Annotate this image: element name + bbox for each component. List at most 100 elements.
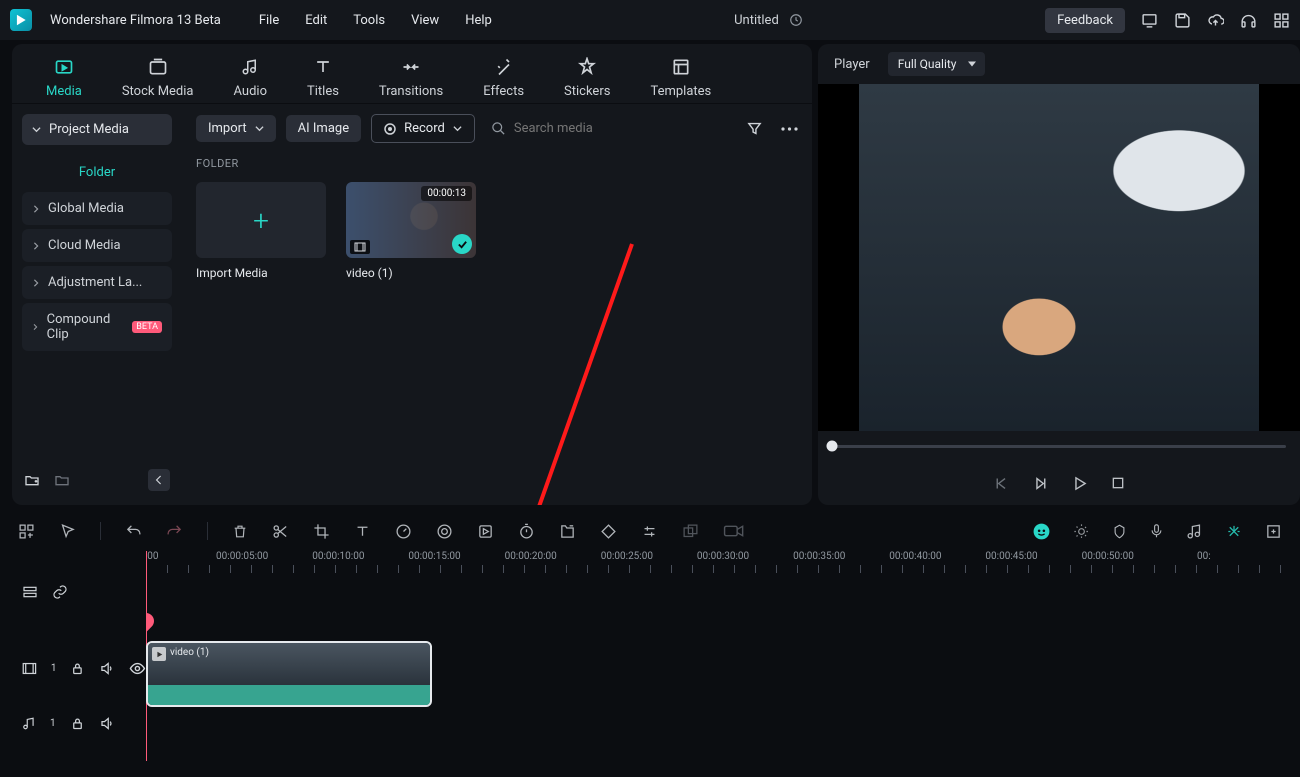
menu-view[interactable]: View — [411, 13, 439, 28]
cloud-sync-icon[interactable] — [789, 13, 803, 27]
tab-stock-media[interactable]: Stock Media — [122, 56, 194, 99]
tab-media[interactable]: Media — [46, 56, 82, 99]
adjust-icon[interactable] — [641, 523, 658, 540]
sidebar-cloud-media[interactable]: Cloud Media — [22, 229, 172, 262]
player-panel: Player Full Quality — [818, 44, 1300, 505]
player-progress[interactable] — [818, 431, 1300, 461]
new-folder-icon[interactable] — [24, 472, 40, 488]
expand-icon[interactable] — [1265, 523, 1282, 540]
search-icon — [491, 121, 506, 136]
app-logo — [10, 9, 32, 31]
layout-icon[interactable] — [18, 523, 35, 540]
record-button[interactable]: Record — [371, 114, 475, 143]
step-back-icon[interactable] — [1032, 475, 1049, 492]
import-media-tile[interactable]: + Import Media — [196, 182, 326, 280]
ruler-mark: 00:00:20:00 — [505, 551, 557, 562]
effects-icon — [494, 56, 514, 78]
camera-icon[interactable] — [723, 523, 745, 539]
menu-file[interactable]: File — [259, 13, 279, 28]
search-media[interactable] — [491, 121, 736, 136]
lock-icon[interactable] — [70, 661, 85, 676]
speed-icon[interactable] — [395, 523, 412, 540]
stop-icon[interactable] — [1110, 475, 1126, 491]
film-icon — [350, 240, 370, 254]
undo-icon[interactable] — [125, 523, 142, 540]
audio-track-header[interactable]: 1 — [0, 703, 146, 743]
snapshot-icon[interactable] — [559, 523, 576, 540]
menu-tools[interactable]: Tools — [353, 13, 385, 28]
headphones-icon[interactable] — [1240, 12, 1257, 29]
ai-image-button[interactable]: AI Image — [286, 115, 361, 142]
video-track-header[interactable]: 1 — [0, 637, 146, 699]
library-sidebar: Project Media Folder Global Media Cloud … — [12, 104, 182, 505]
menu-help[interactable]: Help — [465, 13, 492, 28]
tab-stickers[interactable]: Stickers — [564, 56, 610, 99]
sun-icon[interactable] — [1073, 523, 1090, 540]
play-icon[interactable] — [1071, 475, 1088, 492]
filter-icon[interactable] — [746, 120, 763, 137]
folder-label[interactable]: Folder — [22, 153, 172, 192]
timeline-track-headers: 1 1 — [0, 551, 146, 761]
timeline-tracks[interactable]: 00:00 00:00:05:00 00:00:10:00 00:00:15:0… — [146, 551, 1300, 761]
lock-icon[interactable] — [70, 716, 85, 731]
folder-icon[interactable] — [54, 472, 70, 488]
project-title[interactable]: Untitled — [734, 13, 779, 28]
cloud-upload-icon[interactable] — [1207, 12, 1224, 29]
display-icon[interactable] — [1141, 12, 1158, 29]
crop-icon[interactable] — [313, 523, 330, 540]
link-icon[interactable] — [52, 584, 68, 600]
progress-thumb[interactable] — [827, 441, 838, 452]
magnet-icon[interactable] — [1225, 523, 1243, 540]
preview-viewport[interactable] — [818, 84, 1300, 431]
keyframe-icon[interactable] — [600, 523, 617, 540]
media-clip-tile[interactable]: 00:00:13 video (1) — [346, 182, 476, 280]
quality-select[interactable]: Full Quality — [888, 52, 985, 76]
sidebar-adjustment-layer[interactable]: Adjustment La... — [22, 266, 172, 299]
redo-icon[interactable] — [166, 523, 183, 540]
import-media-box[interactable]: + — [196, 182, 326, 258]
more-icon[interactable] — [781, 127, 798, 131]
ruler-mark: 00:00:45:00 — [985, 551, 1037, 562]
mute-icon[interactable] — [99, 716, 115, 731]
progress-track[interactable] — [832, 445, 1286, 448]
project-media-button[interactable]: Project Media — [22, 114, 172, 145]
tab-audio[interactable]: Audio — [234, 56, 267, 99]
ruler-mark: 00:00:10:00 — [312, 551, 364, 562]
apps-grid-icon[interactable] — [1273, 12, 1290, 29]
color-icon[interactable] — [436, 523, 453, 540]
prev-frame-icon[interactable] — [993, 475, 1010, 492]
ruler-mark: 00: — [1197, 551, 1211, 562]
text-icon[interactable] — [354, 523, 371, 540]
split-icon[interactable] — [272, 523, 289, 540]
eye-icon[interactable] — [129, 662, 146, 675]
tab-titles[interactable]: Titles — [307, 56, 339, 99]
search-input[interactable] — [514, 121, 694, 136]
group-icon[interactable] — [682, 523, 699, 540]
menu-edit[interactable]: Edit — [305, 13, 327, 28]
sidebar-global-media[interactable]: Global Media — [22, 192, 172, 225]
mixer-icon[interactable] — [1186, 523, 1203, 540]
tab-effects[interactable]: Effects — [483, 56, 524, 99]
video-track-icon — [22, 662, 37, 675]
video-track-number: 1 — [51, 663, 57, 674]
collapse-sidebar-button[interactable] — [148, 469, 170, 491]
marker-icon[interactable] — [1112, 523, 1127, 540]
timer-icon[interactable] — [518, 523, 535, 540]
delete-icon[interactable] — [232, 523, 248, 540]
mute-icon[interactable] — [99, 661, 115, 676]
tracks-icon[interactable] — [22, 584, 38, 600]
tab-templates[interactable]: Templates — [650, 56, 711, 99]
tab-transitions[interactable]: Transitions — [379, 56, 443, 99]
timeline-toolbar — [0, 511, 1300, 551]
timeline-clip[interactable]: video (1) — [146, 641, 432, 707]
save-icon[interactable] — [1174, 12, 1191, 29]
ai-assist-icon[interactable] — [1032, 522, 1051, 541]
timeline-ruler[interactable]: 00:00 00:00:05:00 00:00:10:00 00:00:15:0… — [146, 551, 1300, 573]
mic-icon[interactable] — [1149, 522, 1164, 540]
sidebar-compound-clip[interactable]: Compound Clip BETA — [22, 303, 172, 351]
cursor-icon[interactable] — [59, 523, 76, 540]
feedback-button[interactable]: Feedback — [1045, 8, 1125, 33]
clip-thumbnail[interactable]: 00:00:13 — [346, 182, 476, 258]
import-button[interactable]: Import — [196, 115, 276, 142]
render-icon[interactable] — [477, 523, 494, 540]
